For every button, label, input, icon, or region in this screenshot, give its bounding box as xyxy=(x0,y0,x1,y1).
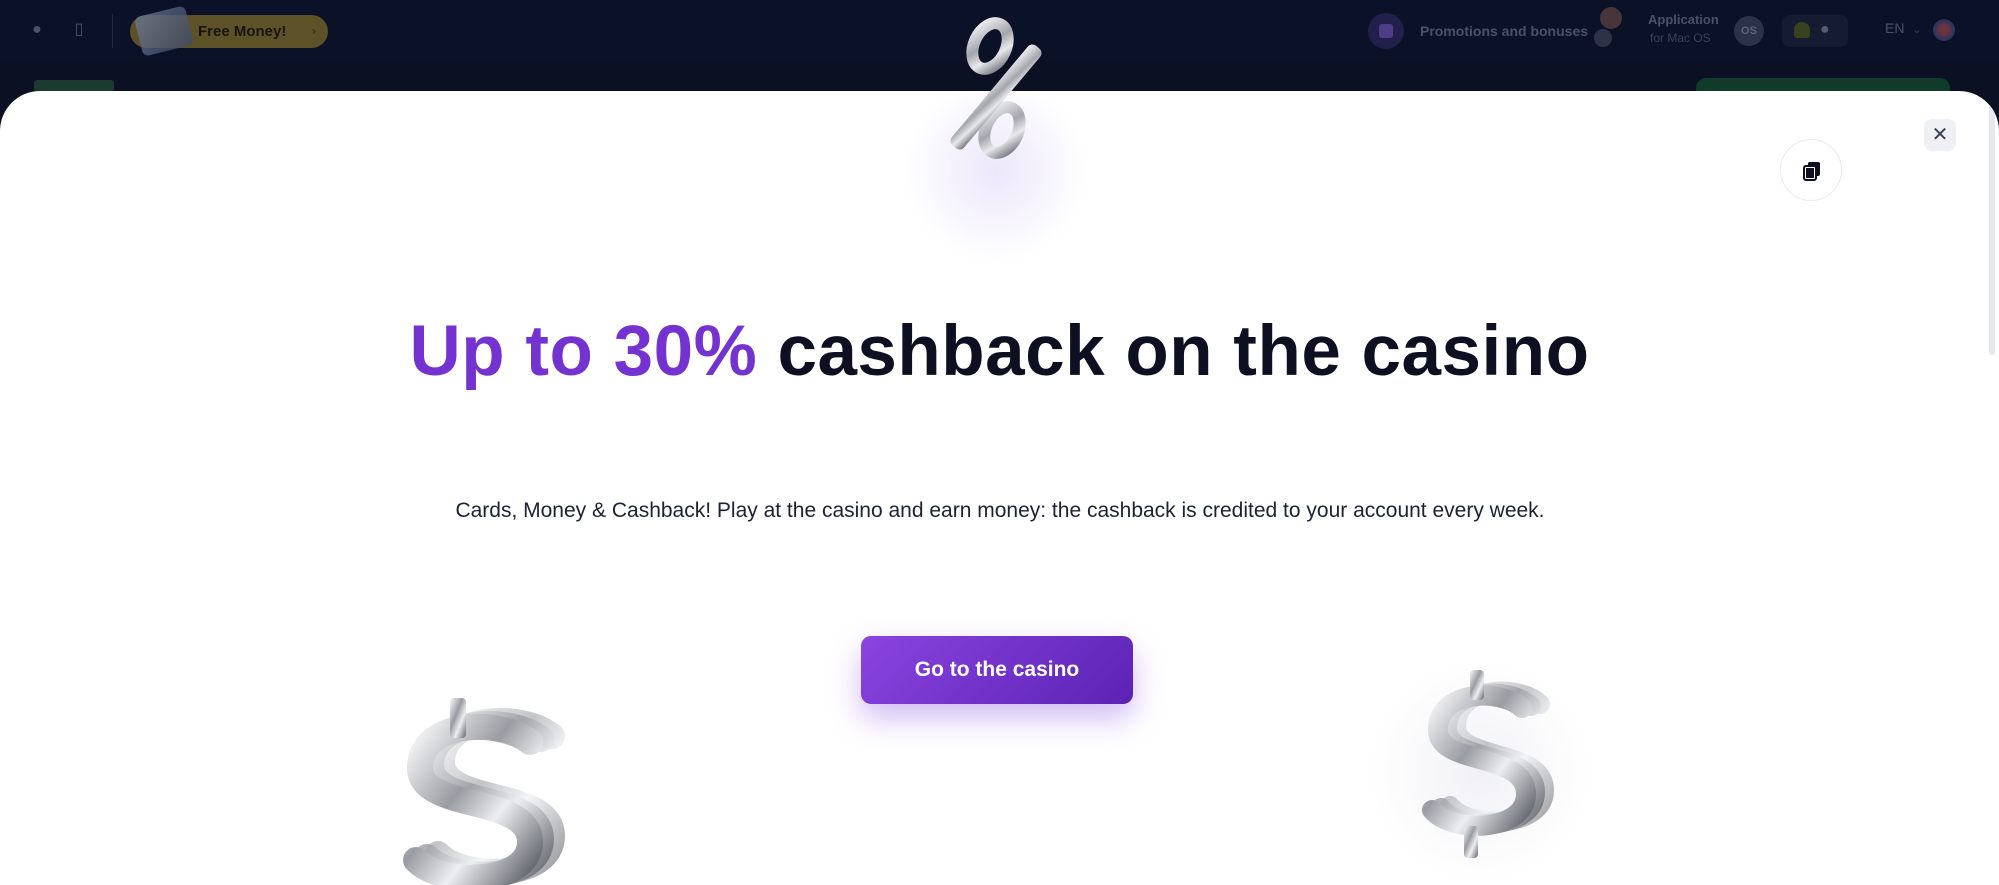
apple-icon[interactable]: ● xyxy=(1820,21,1830,39)
divider xyxy=(112,14,113,48)
headline-text: cashback on the casino xyxy=(757,312,1590,391)
free-money-button[interactable]: Free Money! › xyxy=(130,5,328,57)
chevron-down-icon: ⌄ xyxy=(1912,24,1922,36)
copy-button[interactable] xyxy=(1780,139,1842,201)
free-money-image xyxy=(133,5,195,57)
os-badge: OS xyxy=(1734,16,1764,46)
language-selector[interactable]: EN ⌄ xyxy=(1885,20,1922,36)
promotions-label: Promotions and bonuses xyxy=(1420,23,1589,39)
promo-avatar xyxy=(1594,29,1612,47)
platform-selector[interactable]: ● xyxy=(1782,15,1848,47)
headline-accent: Up to 30% xyxy=(409,312,758,391)
page-title: Up to 30% cashback on the casino xyxy=(0,313,1999,391)
dollar-3d-icon xyxy=(1422,670,1555,858)
app-subtitle: for Mac OS xyxy=(1650,31,1711,45)
close-button[interactable]: ✕ xyxy=(1924,119,1956,151)
language-label: EN xyxy=(1885,20,1905,36)
app-title: Application xyxy=(1648,12,1719,27)
copy-icon xyxy=(1803,162,1820,181)
android-icon[interactable] xyxy=(1794,22,1810,38)
mobile-icon[interactable]: ▯ xyxy=(68,19,90,41)
free-money-label: Free Money! xyxy=(198,23,287,40)
gift-icon xyxy=(1368,13,1404,49)
lock-icon[interactable]: ● xyxy=(26,19,48,41)
percent-3d-icon xyxy=(950,17,1042,159)
description: Cards, Money & Cashback! Play at the cas… xyxy=(455,499,1545,522)
flag-icon xyxy=(1933,19,1955,41)
cashback-modal: ✕ Up to 30% cashback on the casino Cards… xyxy=(0,91,1999,885)
close-icon: ✕ xyxy=(1931,124,1949,146)
promo-avatar xyxy=(1600,7,1622,29)
go-to-casino-button[interactable]: Go to the casino xyxy=(861,636,1133,704)
chevron-right-icon: › xyxy=(312,24,316,38)
dollar-3d-icon xyxy=(403,698,566,885)
